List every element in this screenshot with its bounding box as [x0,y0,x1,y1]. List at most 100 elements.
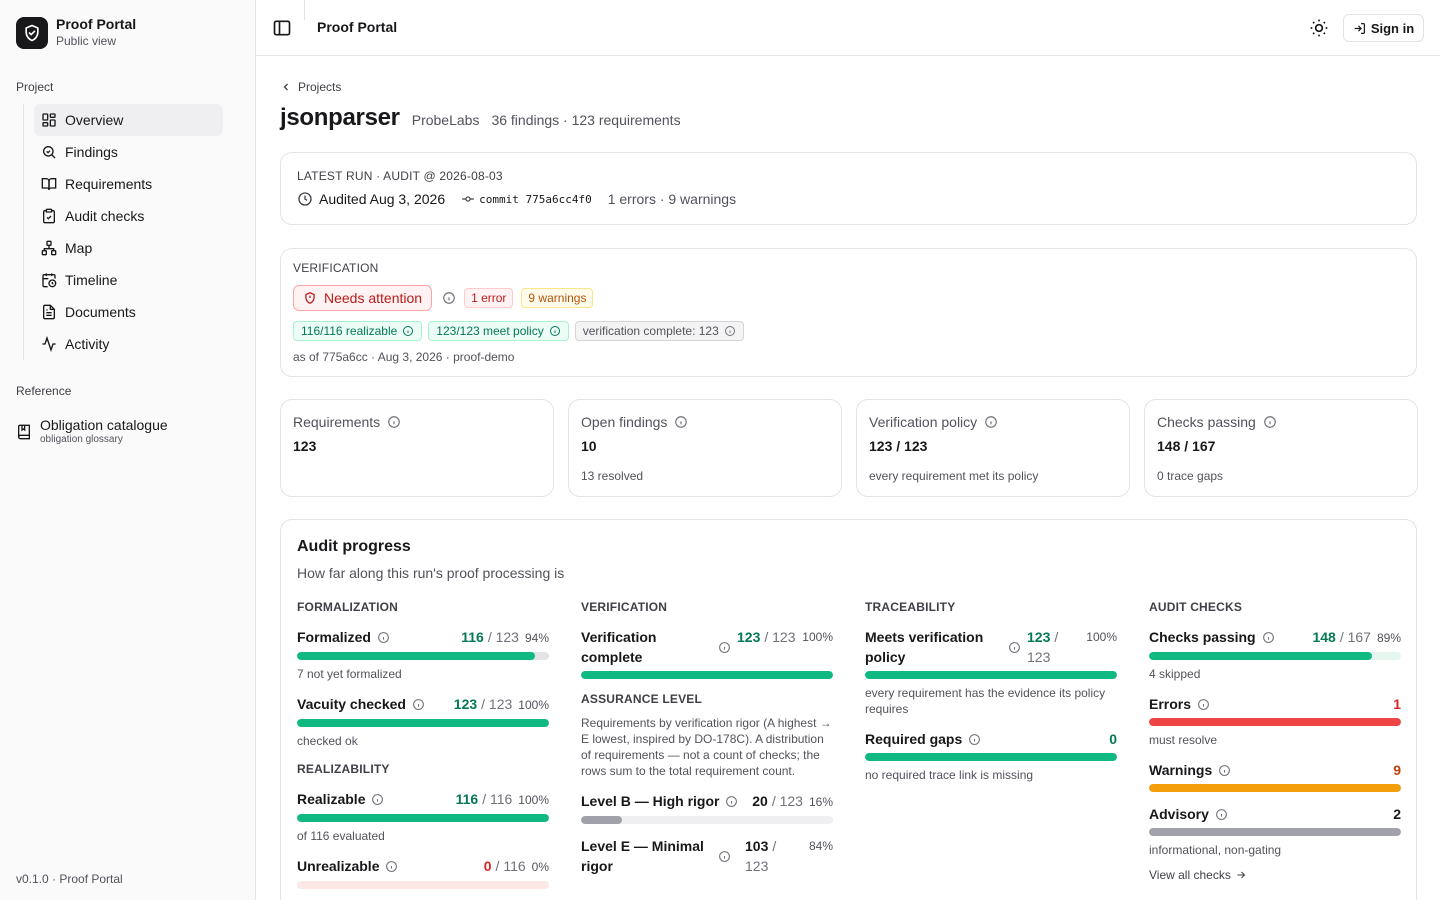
sidebar-item-label: Timeline [65,272,118,288]
audit-checks-column: AUDIT CHECKS Checks passing 148/ 167 89% … [1149,599,1401,882]
info-icon[interactable] [718,850,731,863]
metric-name: Advisory [1149,806,1209,822]
progress-bar-fill [1149,718,1401,726]
metric-note: every requirement has the evidence its p… [865,686,1106,716]
search-icon [43,146,56,159]
section-heading: ASSURANCE LEVEL [581,692,703,706]
metric-value: 9 [1393,762,1401,778]
metric-name: Warnings [1149,762,1213,778]
audit-progress-card: Audit progress How far along this run's … [280,519,1417,900]
stat-card-checks-passing[interactable]: Checks passing 148 / 167 0 trace gaps [1144,399,1418,497]
stat-note: every requirement met its policy [869,469,1039,483]
ref-subtitle: obligation glossary [40,434,123,445]
sidebar-item-map[interactable]: Map [34,232,223,264]
policy-chip: 123/123 meet policy [428,321,569,341]
metric-total: / 123 [771,793,803,809]
project-group-label: Project [16,80,54,94]
metric-name: Vacuity checked [297,696,406,712]
info-icon[interactable] [718,641,731,654]
stat-card-open-findings[interactable]: Open findings 10 13 resolved [568,399,842,497]
top-header: Proof Portal Sign in [256,0,1440,56]
metric-required-gaps: Required gaps 0 no required trace link i… [865,729,1117,783]
metric-name: Verification complete [581,629,657,665]
metric-level-b: Level B — High rigor 20/ 123 16% [581,791,833,824]
sidebar-item-label: Map [65,240,93,256]
stat-label: Checks passing [1157,414,1256,430]
metric-total: / 116 [495,858,526,874]
metric-vacuity-checked: Vacuity checked 123/ 123 100% checked ok [297,694,549,749]
stat-label: Requirements [293,414,381,430]
verification-complete-chip: verification complete: 123 [574,321,744,341]
formalization-column: FORMALIZATION Formalized 116/ 123 94% 7 n… [297,599,549,889]
theme-toggle-button[interactable] [1309,18,1329,38]
info-icon[interactable] [1218,764,1231,777]
sidebar-item-label: Audit checks [65,208,145,224]
sidebar-toggle-button[interactable] [272,18,292,38]
brand[interactable]: Proof Portal Public view [16,16,136,50]
version-label: v0.1.0 · Proof Portal [16,872,123,886]
metric-note: checked ok [297,734,358,748]
stat-card-verification-policy[interactable]: Verification policy 123 / 123 every requ… [856,399,1130,497]
metric-note: informational, non-gating [1149,843,1282,857]
stat-label: Open findings [581,414,668,430]
info-icon[interactable] [544,325,561,337]
sidebar-item-timeline[interactable]: Timeline [34,264,223,296]
progress-bar-fill [865,671,1117,679]
info-icon[interactable] [725,795,738,808]
sidebar-item-obligation-catalogue[interactable]: Obligation catalogue obligation glossary [16,416,168,446]
progress-bar [865,753,1117,761]
info-icon[interactable] [442,291,456,305]
metric-value: 116 [461,629,484,645]
sidebar-item-documents[interactable]: Documents [34,296,223,328]
info-icon[interactable] [1008,641,1021,654]
info-icon[interactable] [984,415,998,429]
view-all-checks-link[interactable]: View all checks [1149,868,1401,882]
info-icon[interactable] [1263,415,1277,429]
sidebar-item-label: Requirements [65,176,153,192]
info-icon[interactable] [674,415,688,429]
chip-label: 116/116 realizable [301,324,398,338]
metric-name: Formalized [297,629,371,645]
stat-card-requirements[interactable]: Requirements 123 [280,399,554,497]
run-issues: 1 errors · 9 warnings [607,191,737,207]
info-icon[interactable] [1262,631,1275,644]
info-icon[interactable] [387,415,401,429]
sidebar-item-requirements[interactable]: Requirements [34,168,223,200]
clipboard-icon [43,208,55,224]
info-icon[interactable] [1215,808,1228,821]
info-icon[interactable] [371,793,384,806]
commit-hash: commit 775a6cc4f0 [479,192,592,206]
metric-percent: 89% [1376,631,1401,645]
progress-bar-fill [297,652,535,660]
info-icon[interactable] [377,631,390,644]
breadcrumb-projects[interactable]: Projects [280,80,341,94]
activity-icon [42,336,56,352]
info-icon[interactable] [719,325,736,337]
sidebar-item-label: Findings [65,144,118,160]
info-icon[interactable] [397,325,414,337]
progress-bar [1149,784,1401,792]
project-counts: 36 findings · 123 requirements [491,112,681,128]
metric-note: 4 skipped [1149,667,1201,681]
section-heading: TRACEABILITY [865,600,956,614]
sidebar-item-audit-checks[interactable]: Audit checks [34,200,223,232]
metric-note: no required trace link is missing [865,768,1034,782]
info-icon[interactable] [385,860,398,873]
sign-in-button[interactable]: Sign in [1343,14,1424,42]
metric-name: Level E — Minimal rigor [581,838,704,874]
reference-group-label: Reference [16,384,72,398]
info-icon[interactable] [1197,698,1210,711]
sidebar-item-overview[interactable]: Overview [34,104,223,136]
sidebar-item-activity[interactable]: Activity [34,328,223,360]
metric-value: 148 [1312,629,1336,645]
metric-value: 2 [1393,806,1401,822]
metric-value: 1 [1393,696,1401,712]
sidebar-item-label: Documents [65,304,136,320]
info-icon[interactable] [968,733,981,746]
metric-formalized: Formalized 116/ 123 94% 7 not yet formali… [297,627,549,682]
info-icon[interactable] [412,698,425,711]
stat-note: 13 resolved [581,469,644,483]
stat-value: 10 [581,438,597,454]
sidebar-item-findings[interactable]: Findings [34,136,223,168]
metric-percent: 16% [808,795,833,809]
